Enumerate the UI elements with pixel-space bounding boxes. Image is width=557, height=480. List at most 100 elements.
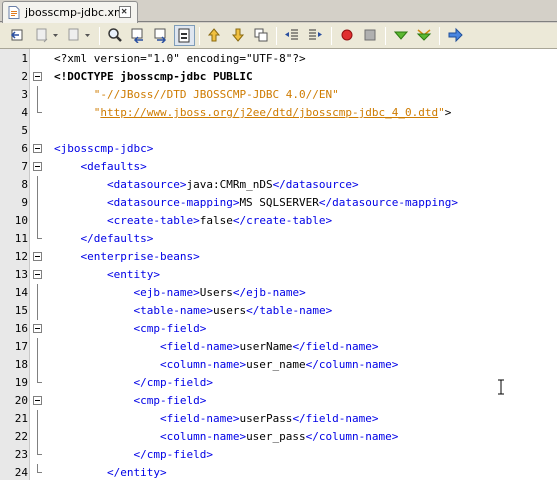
code-line[interactable]: 7 <defaults> <box>0 158 557 176</box>
code-line[interactable]: 19 </cmp-field> <box>0 374 557 392</box>
code-line[interactable]: 11 </defaults> <box>0 230 557 248</box>
fold-collapse-icon[interactable] <box>33 396 42 405</box>
fold-guide <box>37 86 38 104</box>
forward-dropdown[interactable] <box>82 25 94 46</box>
code-token: " <box>438 106 445 119</box>
code-text: <column-name>user_pass</column-name> <box>54 429 398 445</box>
fold-guide <box>37 284 38 302</box>
fold-collapse-icon[interactable] <box>33 72 42 81</box>
record-icon <box>341 29 353 41</box>
code-line[interactable]: 18 <column-name>user_name</column-name> <box>0 356 557 374</box>
check-xml-button[interactable] <box>391 25 412 46</box>
next-bookmark-button[interactable] <box>228 25 249 46</box>
xml-source-editor[interactable]: 1 <?xml version="1.0" encoding="UTF-8"?> 2… <box>0 49 557 480</box>
code-token: </field-name> <box>292 340 379 353</box>
line-number: 5 <box>21 124 28 137</box>
fold-end-marker <box>37 374 42 383</box>
code-line[interactable]: 10 <create-table>false</create-table> <box>0 212 557 230</box>
code-line[interactable]: 6 <jbosscmp-jdbc> <box>0 140 557 158</box>
line-number: 11 <box>14 232 28 245</box>
code-line[interactable]: 5 <box>0 122 557 140</box>
code-line[interactable]: 9 <datasource-mapping>MS SQLSERVER</data… <box>0 194 557 212</box>
line-number: 15 <box>14 304 28 317</box>
tab-close-button[interactable] <box>119 6 131 18</box>
code-line[interactable]: 2 <!DOCTYPE jbosscmp-jdbc PUBLIC <box>0 68 557 86</box>
code-line[interactable]: 23 </cmp-field> <box>0 446 557 464</box>
code-token: <cmp-field> <box>133 394 207 407</box>
line-number: 19 <box>14 376 28 389</box>
validate-xml-button[interactable] <box>414 25 435 46</box>
fold-collapse-icon[interactable] <box>33 162 42 171</box>
code-line[interactable]: 3 "-//JBoss//DTD JBOSSCMP-JDBC 4.0//EN" <box>0 86 557 104</box>
code-token: java:CMRm_nDS <box>186 178 273 191</box>
toolbar-separator <box>439 27 440 45</box>
code-token: <jbosscmp-jdbc> <box>54 142 154 155</box>
toolbar-separator <box>331 27 332 45</box>
code-token: > <box>444 106 452 119</box>
fold-guide <box>37 338 38 356</box>
toggle-highlight-search-button[interactable] <box>174 25 195 46</box>
code-line[interactable]: 14 <ejb-name>Users</ejb-name> <box>0 284 557 302</box>
code-line[interactable]: 16 <cmp-field> <box>0 320 557 338</box>
previous-bookmark-button[interactable] <box>204 25 225 46</box>
code-token: userName <box>239 340 293 353</box>
code-token: </field-name> <box>292 412 379 425</box>
find-previous-button[interactable] <box>128 25 149 46</box>
line-number: 4 <box>21 106 28 119</box>
arrow-up-icon <box>207 28 221 42</box>
code-text: </entity> <box>54 465 167 480</box>
line-number: 7 <box>21 160 28 173</box>
back-dropdown[interactable] <box>50 25 62 46</box>
code-text: <cmp-field> <box>54 393 206 409</box>
code-line[interactable]: 8 <datasource>java:CMRm_nDS</datasource> <box>0 176 557 194</box>
stop-macro-recording-button[interactable] <box>360 25 381 46</box>
fold-collapse-icon[interactable] <box>33 252 42 261</box>
find-next-icon <box>154 28 167 43</box>
shift-right-button[interactable] <box>305 25 326 46</box>
code-token: <create-table> <box>106 214 200 227</box>
find-button[interactable] <box>105 25 126 46</box>
code-line[interactable]: 12 <enterprise-beans> <box>0 248 557 266</box>
line-number: 10 <box>14 214 28 227</box>
fold-collapse-icon[interactable] <box>33 270 42 279</box>
code-text: <ejb-name>Users</ejb-name> <box>54 285 306 301</box>
toggle-bookmark-button[interactable] <box>251 25 272 46</box>
code-text: <cmp-field> <box>54 321 206 337</box>
fold-collapse-icon[interactable] <box>33 144 42 153</box>
code-line[interactable]: 15 <table-name>users</table-name> <box>0 302 557 320</box>
tab-jbosscmp-jdbc-xml[interactable]: jbosscmp-jdbc.xml <box>2 1 138 23</box>
code-line[interactable]: 22 <column-name>user_pass</column-name> <box>0 428 557 446</box>
fold-guide <box>37 212 38 230</box>
code-token: <cmp-field> <box>133 322 207 335</box>
code-token: </ejb-name> <box>232 286 306 299</box>
code-line[interactable]: 4 "http://www.jboss.org/j2ee/dtd/jbosscm… <box>0 104 557 122</box>
code-text: </defaults> <box>54 231 154 247</box>
code-line[interactable]: 24 </entity> <box>0 464 557 480</box>
line-number: 6 <box>21 142 28 155</box>
code-token: <datasource> <box>106 178 187 191</box>
find-next-button[interactable] <box>151 25 172 46</box>
fold-collapse-icon[interactable] <box>33 324 42 333</box>
code-line[interactable]: 17 <field-name>userName</field-name> <box>0 338 557 356</box>
stop-icon <box>364 29 376 41</box>
xsl-transformation-button[interactable] <box>445 25 466 46</box>
code-text: <datasource>java:CMRm_nDS</datasource> <box>54 177 359 193</box>
code-line[interactable]: 21 <field-name>userPass</field-name> <box>0 410 557 428</box>
toolbar-separator <box>276 27 277 45</box>
code-line[interactable]: 13 <entity> <box>0 266 557 284</box>
code-text: <datasource-mapping>MS SQLSERVER</dataso… <box>54 195 458 211</box>
code-text: <table-name>users</table-name> <box>54 303 332 319</box>
line-number: 17 <box>14 340 28 353</box>
check-xml-icon <box>393 31 409 40</box>
code-line[interactable]: 20 <cmp-field> <box>0 392 557 410</box>
last-edit-button[interactable] <box>8 25 29 46</box>
code-token: <datasource-mapping> <box>106 196 240 209</box>
line-number: 22 <box>14 430 28 443</box>
start-macro-recording-button[interactable] <box>337 25 358 46</box>
shift-left-button[interactable] <box>282 25 303 46</box>
code-line[interactable]: 1 <?xml version="1.0" encoding="UTF-8"?> <box>0 50 557 68</box>
